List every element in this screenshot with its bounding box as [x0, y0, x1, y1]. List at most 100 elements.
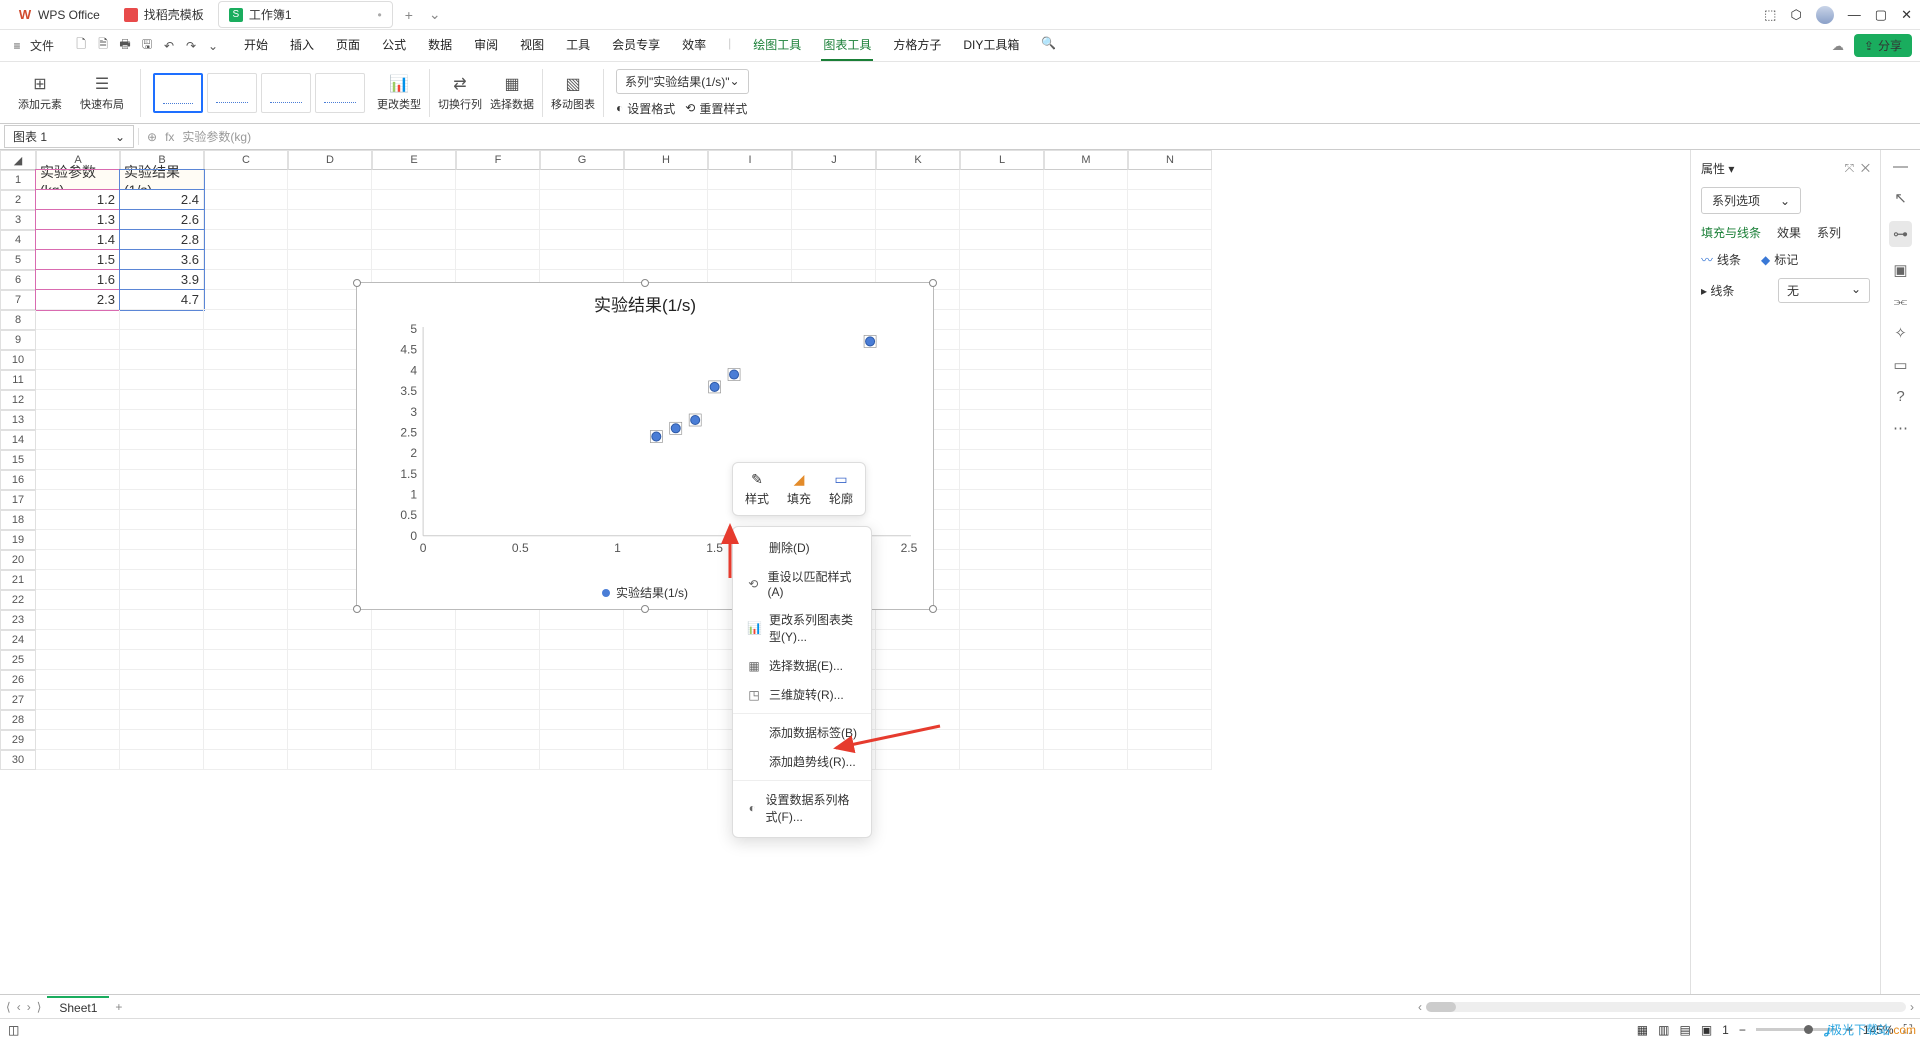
cell[interactable]: 1.5 — [36, 250, 120, 270]
cell[interactable] — [1044, 210, 1128, 230]
cell[interactable] — [372, 650, 456, 670]
cell[interactable] — [708, 210, 792, 230]
cell[interactable] — [372, 210, 456, 230]
cell[interactable]: 3.6 — [120, 250, 204, 270]
col-header[interactable]: I — [708, 150, 792, 170]
cell[interactable] — [120, 590, 204, 610]
cell[interactable] — [876, 670, 960, 690]
reset-style-button[interactable]: ⟲重置样式 — [685, 100, 747, 117]
cell[interactable] — [624, 730, 708, 750]
cell[interactable] — [204, 470, 288, 490]
tab-efficiency[interactable]: 效率 — [680, 30, 708, 61]
cell[interactable] — [1128, 690, 1212, 710]
row-header[interactable]: 16 — [0, 470, 36, 490]
cell[interactable] — [204, 650, 288, 670]
ctx-item[interactable]: 📊更改系列图表类型(Y)... — [733, 605, 871, 651]
cell[interactable] — [708, 250, 792, 270]
cell[interactable] — [204, 750, 288, 770]
cell[interactable] — [792, 170, 876, 190]
cell[interactable] — [960, 270, 1044, 290]
cell[interactable] — [204, 690, 288, 710]
cell[interactable] — [1044, 230, 1128, 250]
cell[interactable]: 1.6 — [36, 270, 120, 290]
cell[interactable] — [1044, 730, 1128, 750]
cell[interactable] — [1128, 670, 1212, 690]
cell[interactable] — [960, 290, 1044, 310]
cell[interactable] — [1128, 190, 1212, 210]
cell[interactable] — [372, 190, 456, 210]
row-header[interactable]: 15 — [0, 450, 36, 470]
cell[interactable] — [204, 350, 288, 370]
cell[interactable] — [540, 250, 624, 270]
cell[interactable] — [288, 670, 372, 690]
share-button[interactable]: ⇪分享 — [1854, 34, 1912, 57]
file-menu[interactable]: 文件 — [30, 37, 54, 54]
cell[interactable] — [1128, 470, 1212, 490]
cell[interactable] — [36, 510, 120, 530]
cell[interactable] — [372, 250, 456, 270]
zoom-icon[interactable]: ⊕ — [147, 130, 157, 144]
cell[interactable] — [1128, 510, 1212, 530]
cell[interactable] — [540, 670, 624, 690]
row-header[interactable]: 12 — [0, 390, 36, 410]
collapse-icon[interactable]: — — [1893, 158, 1908, 175]
cell[interactable] — [1128, 330, 1212, 350]
close-button[interactable]: ✕ — [1901, 7, 1912, 23]
cell[interactable] — [1128, 450, 1212, 470]
tab-menu-button[interactable]: ⌄ — [421, 2, 449, 27]
status-indicator-icon[interactable]: ◫ — [8, 1023, 19, 1037]
cell[interactable] — [792, 190, 876, 210]
cell[interactable] — [540, 710, 624, 730]
cell[interactable] — [708, 170, 792, 190]
cell[interactable] — [372, 170, 456, 190]
col-header[interactable]: D — [288, 150, 372, 170]
ctx-item[interactable]: ◐设置数据系列格式(F)... — [733, 785, 871, 831]
cell[interactable] — [204, 250, 288, 270]
cell[interactable] — [1044, 530, 1128, 550]
chart-style-3[interactable] — [261, 73, 311, 113]
fx-label[interactable]: fx — [165, 130, 174, 144]
cell[interactable] — [1044, 410, 1128, 430]
cell[interactable] — [540, 190, 624, 210]
cell[interactable] — [1044, 390, 1128, 410]
tab-insert[interactable]: 插入 — [288, 30, 316, 61]
cell[interactable] — [372, 750, 456, 770]
row-header[interactable]: 29 — [0, 730, 36, 750]
cell[interactable] — [120, 610, 204, 630]
cell[interactable]: 4.7 — [120, 290, 204, 310]
col-header[interactable]: K — [876, 150, 960, 170]
cell[interactable] — [1044, 450, 1128, 470]
row-header[interactable]: 28 — [0, 710, 36, 730]
cell[interactable] — [1044, 550, 1128, 570]
cell[interactable] — [288, 650, 372, 670]
cell[interactable] — [960, 470, 1044, 490]
cell[interactable] — [120, 470, 204, 490]
cell[interactable] — [624, 750, 708, 770]
series-selector[interactable]: 系列"实验结果(1/s)"⌄ — [616, 69, 749, 94]
cell[interactable] — [876, 170, 960, 190]
cell[interactable] — [120, 430, 204, 450]
cell[interactable] — [960, 390, 1044, 410]
cell[interactable] — [960, 510, 1044, 530]
cell[interactable] — [372, 230, 456, 250]
cell[interactable] — [456, 210, 540, 230]
cell[interactable] — [204, 610, 288, 630]
cell[interactable] — [120, 730, 204, 750]
tab-start[interactable]: 开始 — [242, 30, 270, 61]
sheet-area[interactable]: ◢ABCDEFGHIJKLMN1实验参数(kg)实验结果(1/s)21.22.4… — [0, 150, 1690, 994]
row-header[interactable]: 5 — [0, 250, 36, 270]
cell[interactable] — [960, 190, 1044, 210]
select-tool-icon[interactable]: ↖ — [1894, 189, 1907, 207]
cell[interactable] — [876, 250, 960, 270]
line-style-select[interactable]: 无⌄ — [1778, 278, 1870, 303]
tab-formula[interactable]: 公式 — [380, 30, 408, 61]
cell[interactable] — [792, 210, 876, 230]
cell[interactable] — [204, 530, 288, 550]
cell[interactable] — [120, 690, 204, 710]
cell[interactable] — [1128, 230, 1212, 250]
cell[interactable] — [960, 310, 1044, 330]
cell[interactable] — [1044, 670, 1128, 690]
cell[interactable] — [204, 310, 288, 330]
cell[interactable] — [288, 730, 372, 750]
redo-icon[interactable]: ↷ — [182, 39, 200, 53]
